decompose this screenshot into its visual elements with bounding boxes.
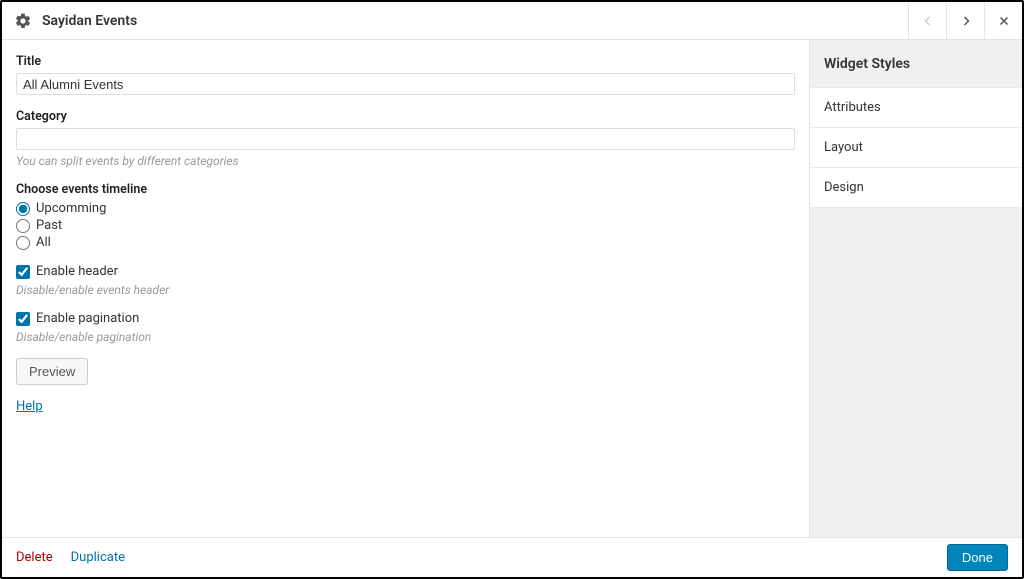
pagination-check-row: Enable pagination <box>16 311 795 326</box>
widget-settings-window: Sayidan Events Title Category You can sp… <box>0 0 1024 579</box>
gear-icon <box>14 12 32 30</box>
close-button[interactable] <box>984 2 1022 39</box>
header-left: Sayidan Events <box>2 2 908 39</box>
radio-all[interactable] <box>16 236 30 250</box>
main-panel: Title Category You can split events by d… <box>2 40 809 537</box>
enable-pagination-helper: Disable/enable pagination <box>16 330 795 344</box>
sidebar-item-layout[interactable]: Layout <box>810 127 1022 168</box>
title-label: Title <box>16 54 795 69</box>
category-field-block: Category You can split events by differe… <box>16 109 795 168</box>
sidebar-title: Widget Styles <box>810 40 1022 88</box>
timeline-block: Choose events timeline Upcomming Past Al… <box>16 182 795 250</box>
category-label: Category <box>16 109 795 124</box>
body: Title Category You can split events by d… <box>2 40 1022 537</box>
sidebar-item-attributes[interactable]: Attributes <box>810 87 1022 128</box>
sidebar-item-design[interactable]: Design <box>810 167 1022 208</box>
enable-header-checkbox[interactable] <box>16 265 30 279</box>
radio-row-all: All <box>16 235 795 250</box>
enable-header-label: Enable header <box>36 264 118 279</box>
pagination-checkbox-block: Enable pagination Disable/enable paginat… <box>16 311 795 344</box>
help-link[interactable]: Help <box>16 399 43 414</box>
header-bar: Sayidan Events <box>2 2 1022 40</box>
radio-row-past: Past <box>16 218 795 233</box>
category-input[interactable] <box>16 128 795 150</box>
help-block: Help <box>16 399 795 414</box>
preview-button[interactable]: Preview <box>16 358 88 385</box>
timeline-label: Choose events timeline <box>16 182 795 197</box>
enable-header-helper: Disable/enable events header <box>16 283 795 297</box>
radio-upcoming-label: Upcomming <box>36 201 106 216</box>
title-field-block: Title <box>16 54 795 95</box>
prev-button <box>908 2 946 39</box>
header-check-row: Enable header <box>16 264 795 279</box>
enable-pagination-checkbox[interactable] <box>16 312 30 326</box>
title-input[interactable] <box>16 73 795 95</box>
radio-upcoming[interactable] <box>16 202 30 216</box>
enable-pagination-label: Enable pagination <box>36 311 139 326</box>
radio-row-upcoming: Upcomming <box>16 201 795 216</box>
footer: Delete Duplicate Done <box>2 537 1022 577</box>
delete-link[interactable]: Delete <box>16 550 53 565</box>
radio-all-label: All <box>36 235 51 250</box>
footer-left: Delete Duplicate <box>16 550 125 565</box>
next-button[interactable] <box>946 2 984 39</box>
radio-past[interactable] <box>16 219 30 233</box>
sidebar: Widget Styles Attributes Layout Design <box>809 40 1022 537</box>
done-button[interactable]: Done <box>947 544 1008 571</box>
duplicate-link[interactable]: Duplicate <box>71 550 125 565</box>
radio-past-label: Past <box>36 218 62 233</box>
category-helper: You can split events by different catego… <box>16 154 795 168</box>
header-checkbox-block: Enable header Disable/enable events head… <box>16 264 795 297</box>
widget-title: Sayidan Events <box>42 13 137 29</box>
preview-block: Preview <box>16 358 795 385</box>
